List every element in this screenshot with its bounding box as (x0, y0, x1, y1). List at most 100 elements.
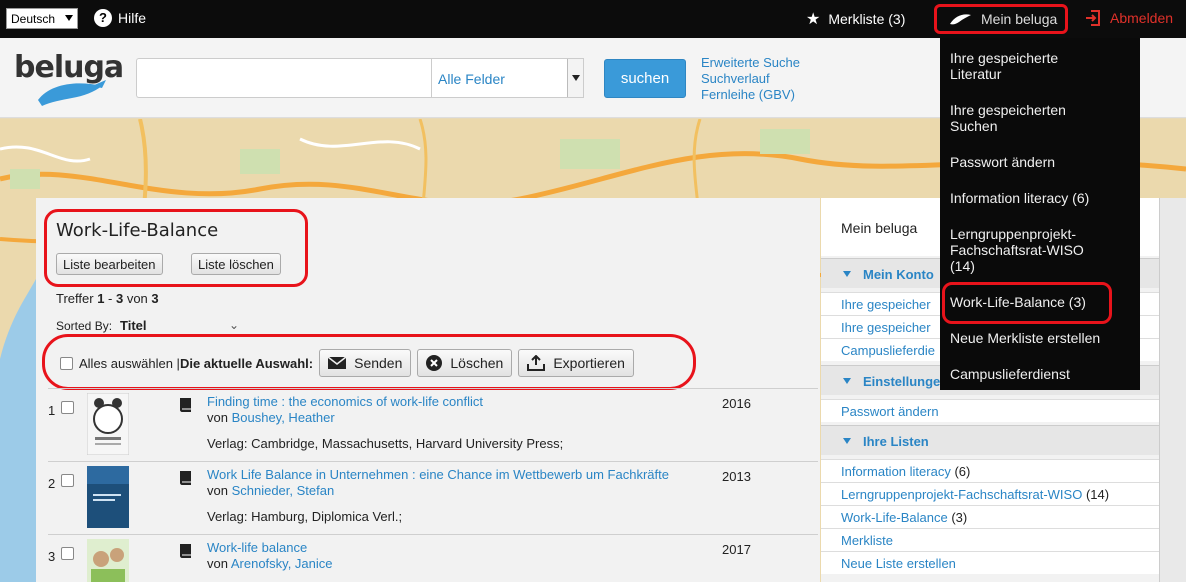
dropdown-item[interactable]: Information literacy (6) (950, 190, 1130, 206)
sidebar-section-listen[interactable]: Ihre Listen (821, 425, 1159, 455)
item-title-link[interactable]: Finding time : the economics of work-lif… (207, 394, 483, 409)
sidebar-link-label: Campuslieferdie (841, 343, 935, 358)
top-bar: Deutsch ? Hilfe ★ Merkliste (3) Mein bel… (0, 0, 1186, 38)
chevron-down-icon (65, 15, 73, 21)
dropdown-item[interactable]: Work-Life-Balance (3) (950, 294, 1130, 310)
sidebar-item-list[interactable]: Neue Liste erstellen (821, 551, 1159, 574)
list-count: (14) (1082, 487, 1110, 502)
current-selection-label: Die aktuelle Auswahl: (179, 355, 314, 371)
logout-link[interactable]: Abmelden (1084, 9, 1173, 27)
treffer-sep: - (104, 291, 116, 306)
interlibrary-loan-link[interactable]: Fernleihe (GBV) (701, 87, 800, 103)
item-publisher: Verlag: Cambridge, Massachusetts, Harvar… (207, 436, 564, 451)
search-button[interactable]: suchen (604, 59, 686, 98)
book-icon (180, 471, 191, 485)
book-icon (180, 544, 191, 558)
result-count: Treffer 1 - 3 von 3 (56, 291, 159, 306)
delete-selection-label: Löschen (450, 355, 504, 371)
search-history-link[interactable]: Suchverlauf (701, 71, 800, 87)
sidebar-link-label: Passwort ändern (841, 404, 939, 419)
dropdown-item[interactable]: Neue Merkliste erstellen (950, 330, 1140, 346)
item-author: von Arenofsky, Janice (207, 556, 333, 571)
treffer-von: von (123, 291, 152, 306)
item-checkbox[interactable] (61, 474, 74, 487)
list-item: 3 Work-life balance von Arenofsky, Janic… (48, 534, 818, 582)
author-prefix: von (207, 483, 232, 498)
author-link[interactable]: Schnieder, Stefan (232, 483, 335, 498)
item-title-link[interactable]: Work-life balance (207, 540, 307, 555)
language-select[interactable]: Deutsch (6, 8, 78, 29)
help-icon: ? (94, 9, 112, 27)
send-label: Senden (354, 355, 403, 371)
sidebar-item-list[interactable]: Merkliste (821, 528, 1159, 551)
list-link-label: Information literacy (841, 464, 951, 479)
beluga-logo[interactable]: beluga (14, 50, 124, 106)
list-item: 1 Finding time : the economics of work-l… (48, 388, 818, 462)
advanced-search-link[interactable]: Erweiterte Suche (701, 55, 800, 71)
item-publisher: Verlag: Hamburg, Diplomica Verl.; (207, 509, 403, 524)
author-link[interactable]: Boushey, Heather (232, 410, 335, 425)
cover-thumbnail[interactable] (87, 393, 129, 455)
list-count: (6) (950, 464, 971, 479)
sort-control[interactable]: Sorted By: Titel ⌄ (56, 318, 239, 333)
dropdown-item[interactable]: Passwort ändern (950, 154, 1130, 170)
cover-thumbnail[interactable] (87, 466, 129, 528)
dropdown-item[interactable]: Ihre gespeicherte Literatur (950, 50, 1100, 82)
item-year: 2017 (722, 542, 751, 557)
logout-label: Abmelden (1110, 10, 1174, 26)
help-link[interactable]: ? Hilfe (94, 9, 146, 27)
sidebar-link[interactable]: Passwort ändern (821, 399, 1159, 422)
item-author: von Boushey, Heather (207, 410, 335, 425)
section-label: Mein Konto (863, 267, 934, 282)
whale-icon (38, 80, 106, 106)
export-button[interactable]: Exportieren (518, 349, 634, 377)
chevron-down-icon: ⌄ (229, 318, 240, 332)
sidebar-item-list[interactable]: Information literacy (6) (821, 459, 1159, 482)
send-button[interactable]: Senden (319, 349, 412, 377)
sidebar-link-label: Ihre gespeicher (841, 320, 931, 335)
item-author: von Schnieder, Stefan (207, 483, 334, 498)
delete-list-button[interactable]: Liste löschen (191, 253, 281, 275)
field-select-value: Alle Felder (438, 71, 505, 87)
list-title: Work-Life-Balance (56, 220, 219, 241)
edit-list-button[interactable]: Liste bearbeiten (56, 253, 163, 275)
help-label: Hilfe (118, 10, 147, 26)
chevron-down-icon (843, 378, 851, 384)
dropdown-item[interactable]: Ihre gespeicherten Suchen (950, 102, 1100, 134)
mein-beluga-button[interactable]: Mein beluga (934, 4, 1068, 34)
cover-thumbnail[interactable] (87, 539, 129, 582)
select-all-checkbox[interactable] (60, 356, 73, 370)
sort-value: Titel (120, 318, 147, 333)
merkliste-label: Merkliste (3) (828, 11, 906, 27)
book-icon (180, 398, 191, 412)
sort-label: Sorted By: (56, 319, 113, 333)
section-label: Einstellunge (863, 374, 941, 389)
item-number: 2 (48, 476, 56, 491)
author-link[interactable]: Arenofsky, Janice (231, 556, 333, 571)
item-checkbox[interactable] (61, 401, 74, 414)
sidebar-item-list[interactable]: Lerngruppenprojekt-Fachschaftsrat-WISO (… (821, 482, 1159, 505)
item-checkbox[interactable] (61, 547, 74, 560)
remove-circle-icon (426, 355, 443, 371)
dropdown-item[interactable]: Campuslieferdienst (950, 366, 1130, 382)
delete-selection-button[interactable]: Löschen (417, 349, 513, 377)
merkliste-link[interactable]: ★ Merkliste (3) (806, 9, 905, 29)
chevron-down-icon (843, 438, 851, 444)
select-all-label: Alles auswählen | (79, 355, 180, 371)
item-title-link[interactable]: Work Life Balance in Unternehmen : eine … (207, 467, 669, 482)
dropdown-item[interactable]: Lerngruppenprojekt-Fachschaftsrat-WISO (… (950, 226, 1100, 274)
item-number: 1 (48, 403, 56, 418)
mein-beluga-label: Mein beluga (981, 11, 1058, 27)
search-input[interactable] (136, 58, 431, 98)
section-label: Ihre Listen (863, 434, 929, 449)
export-label: Exportieren (553, 355, 625, 371)
scrollbar[interactable] (1159, 198, 1186, 582)
treffer-total: 3 (151, 291, 159, 306)
author-prefix: von (207, 410, 232, 425)
author-prefix: von (207, 556, 231, 571)
sidebar-item-list[interactable]: Work-Life-Balance (3) (821, 505, 1159, 528)
star-icon: ★ (806, 11, 821, 28)
field-select[interactable]: Alle Felder (431, 58, 584, 98)
sidebar-link-label: Ihre gespeicher (841, 297, 931, 312)
header-links: Erweiterte Suche Suchverlauf Fernleihe (… (701, 55, 800, 103)
